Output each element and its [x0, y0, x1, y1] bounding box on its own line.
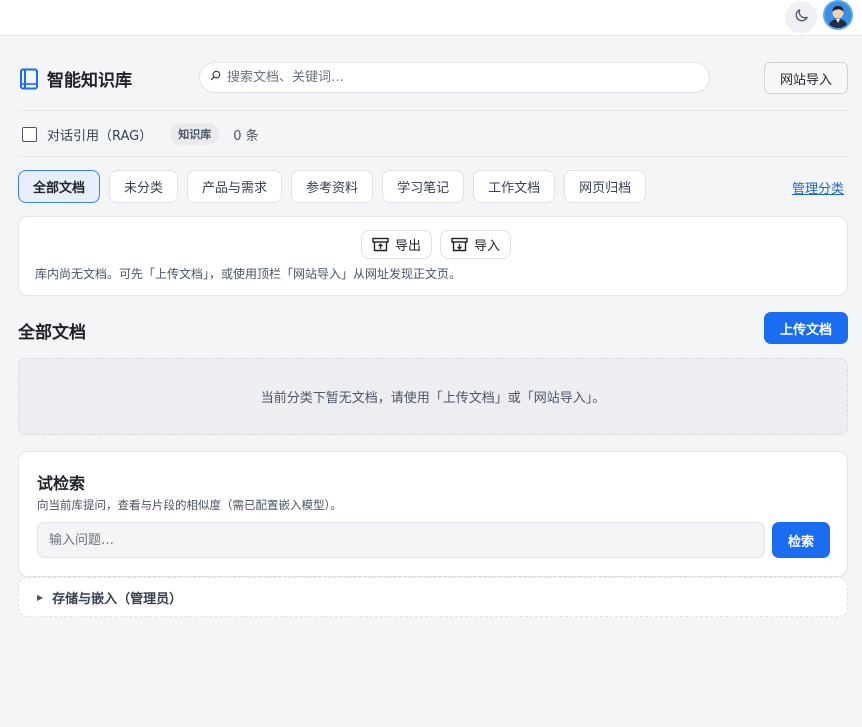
user-avatar [825, 2, 851, 28]
tab-uncategorized[interactable]: 未分类 [109, 170, 179, 203]
import-box-icon [451, 237, 468, 252]
divider [18, 156, 848, 157]
reference-count: 0 条 [233, 128, 259, 144]
search-bar[interactable] [199, 62, 710, 93]
import-button[interactable]: 导入 [440, 230, 512, 259]
rag-row: 对话引用（RAG） 知识库 0 条 [18, 120, 259, 148]
book-icon [18, 68, 40, 90]
import-label: 导入 [474, 239, 501, 254]
rag-label[interactable]: 对话引用（RAG） [47, 125, 152, 144]
upload-document-button[interactable]: 上传文档 [764, 312, 848, 344]
divider [18, 110, 848, 111]
search-icon [210, 70, 221, 85]
storage-embedding-label: 存储与嵌入（管理员） [52, 591, 183, 607]
site-import-button[interactable]: 网站导入 [764, 62, 848, 94]
category-tabs: 全部文档 未分类 产品与需求 参考资料 学习笔记 工作文档 网页归档 [18, 170, 655, 203]
retrieve-button[interactable]: 检索 [772, 522, 830, 558]
moon-icon [793, 7, 810, 28]
import-export-buttons: 导出 导入 [361, 230, 519, 259]
rag-checkbox[interactable] [22, 126, 37, 142]
manage-categories-link[interactable]: 管理分类 [792, 178, 844, 197]
export-button[interactable]: 导出 [361, 230, 433, 259]
export-label: 导出 [395, 239, 422, 254]
import-export-card: 导出 导入 库内尚无文档。可先「上传文档」，或使用顶栏「网站导入」从网址发现正文… [18, 216, 848, 296]
export-box-icon [372, 237, 389, 252]
avatar[interactable] [823, 0, 853, 30]
tab-work-docs[interactable]: 工作文档 [473, 170, 556, 203]
tab-references[interactable]: 参考资料 [291, 170, 374, 203]
question-input[interactable] [37, 522, 765, 558]
tab-study-notes[interactable]: 学习笔记 [382, 170, 465, 203]
triangle-right-icon: ▶ [37, 592, 44, 602]
trial-search-card: 试检索 向当前库提问，查看与片段的相似度（需已配置嵌入模型）。 检索 [18, 451, 848, 577]
trial-search-description: 向当前库提问，查看与片段的相似度（需已配置嵌入模型）。 [37, 498, 342, 512]
theme-toggle-button[interactable] [785, 1, 817, 33]
search-input[interactable] [227, 70, 697, 85]
app-title: 智能知识库 [47, 71, 132, 91]
empty-library-hint: 库内尚无文档。可先「上传文档」，或使用顶栏「网站导入」从网址发现正文页。 [35, 267, 462, 281]
header-row: 智能知识库 网站导入 [18, 60, 848, 94]
empty-state: 当前分类下暂无文档，请使用「上传文档」或「网站导入」。 [18, 358, 848, 435]
knowledge-base-badge: 知识库 [170, 123, 220, 145]
trial-search-title: 试检索 [37, 474, 86, 493]
section-title: 全部文档 [18, 323, 86, 343]
top-bar [0, 0, 862, 36]
tab-all-docs[interactable]: 全部文档 [18, 170, 101, 203]
storage-embedding-toggle[interactable]: ▶ 存储与嵌入（管理员） [18, 577, 848, 617]
logo: 智能知识库 [18, 66, 132, 91]
tab-web-archive[interactable]: 网页归档 [564, 170, 647, 203]
tab-product-requirements[interactable]: 产品与需求 [187, 170, 283, 203]
